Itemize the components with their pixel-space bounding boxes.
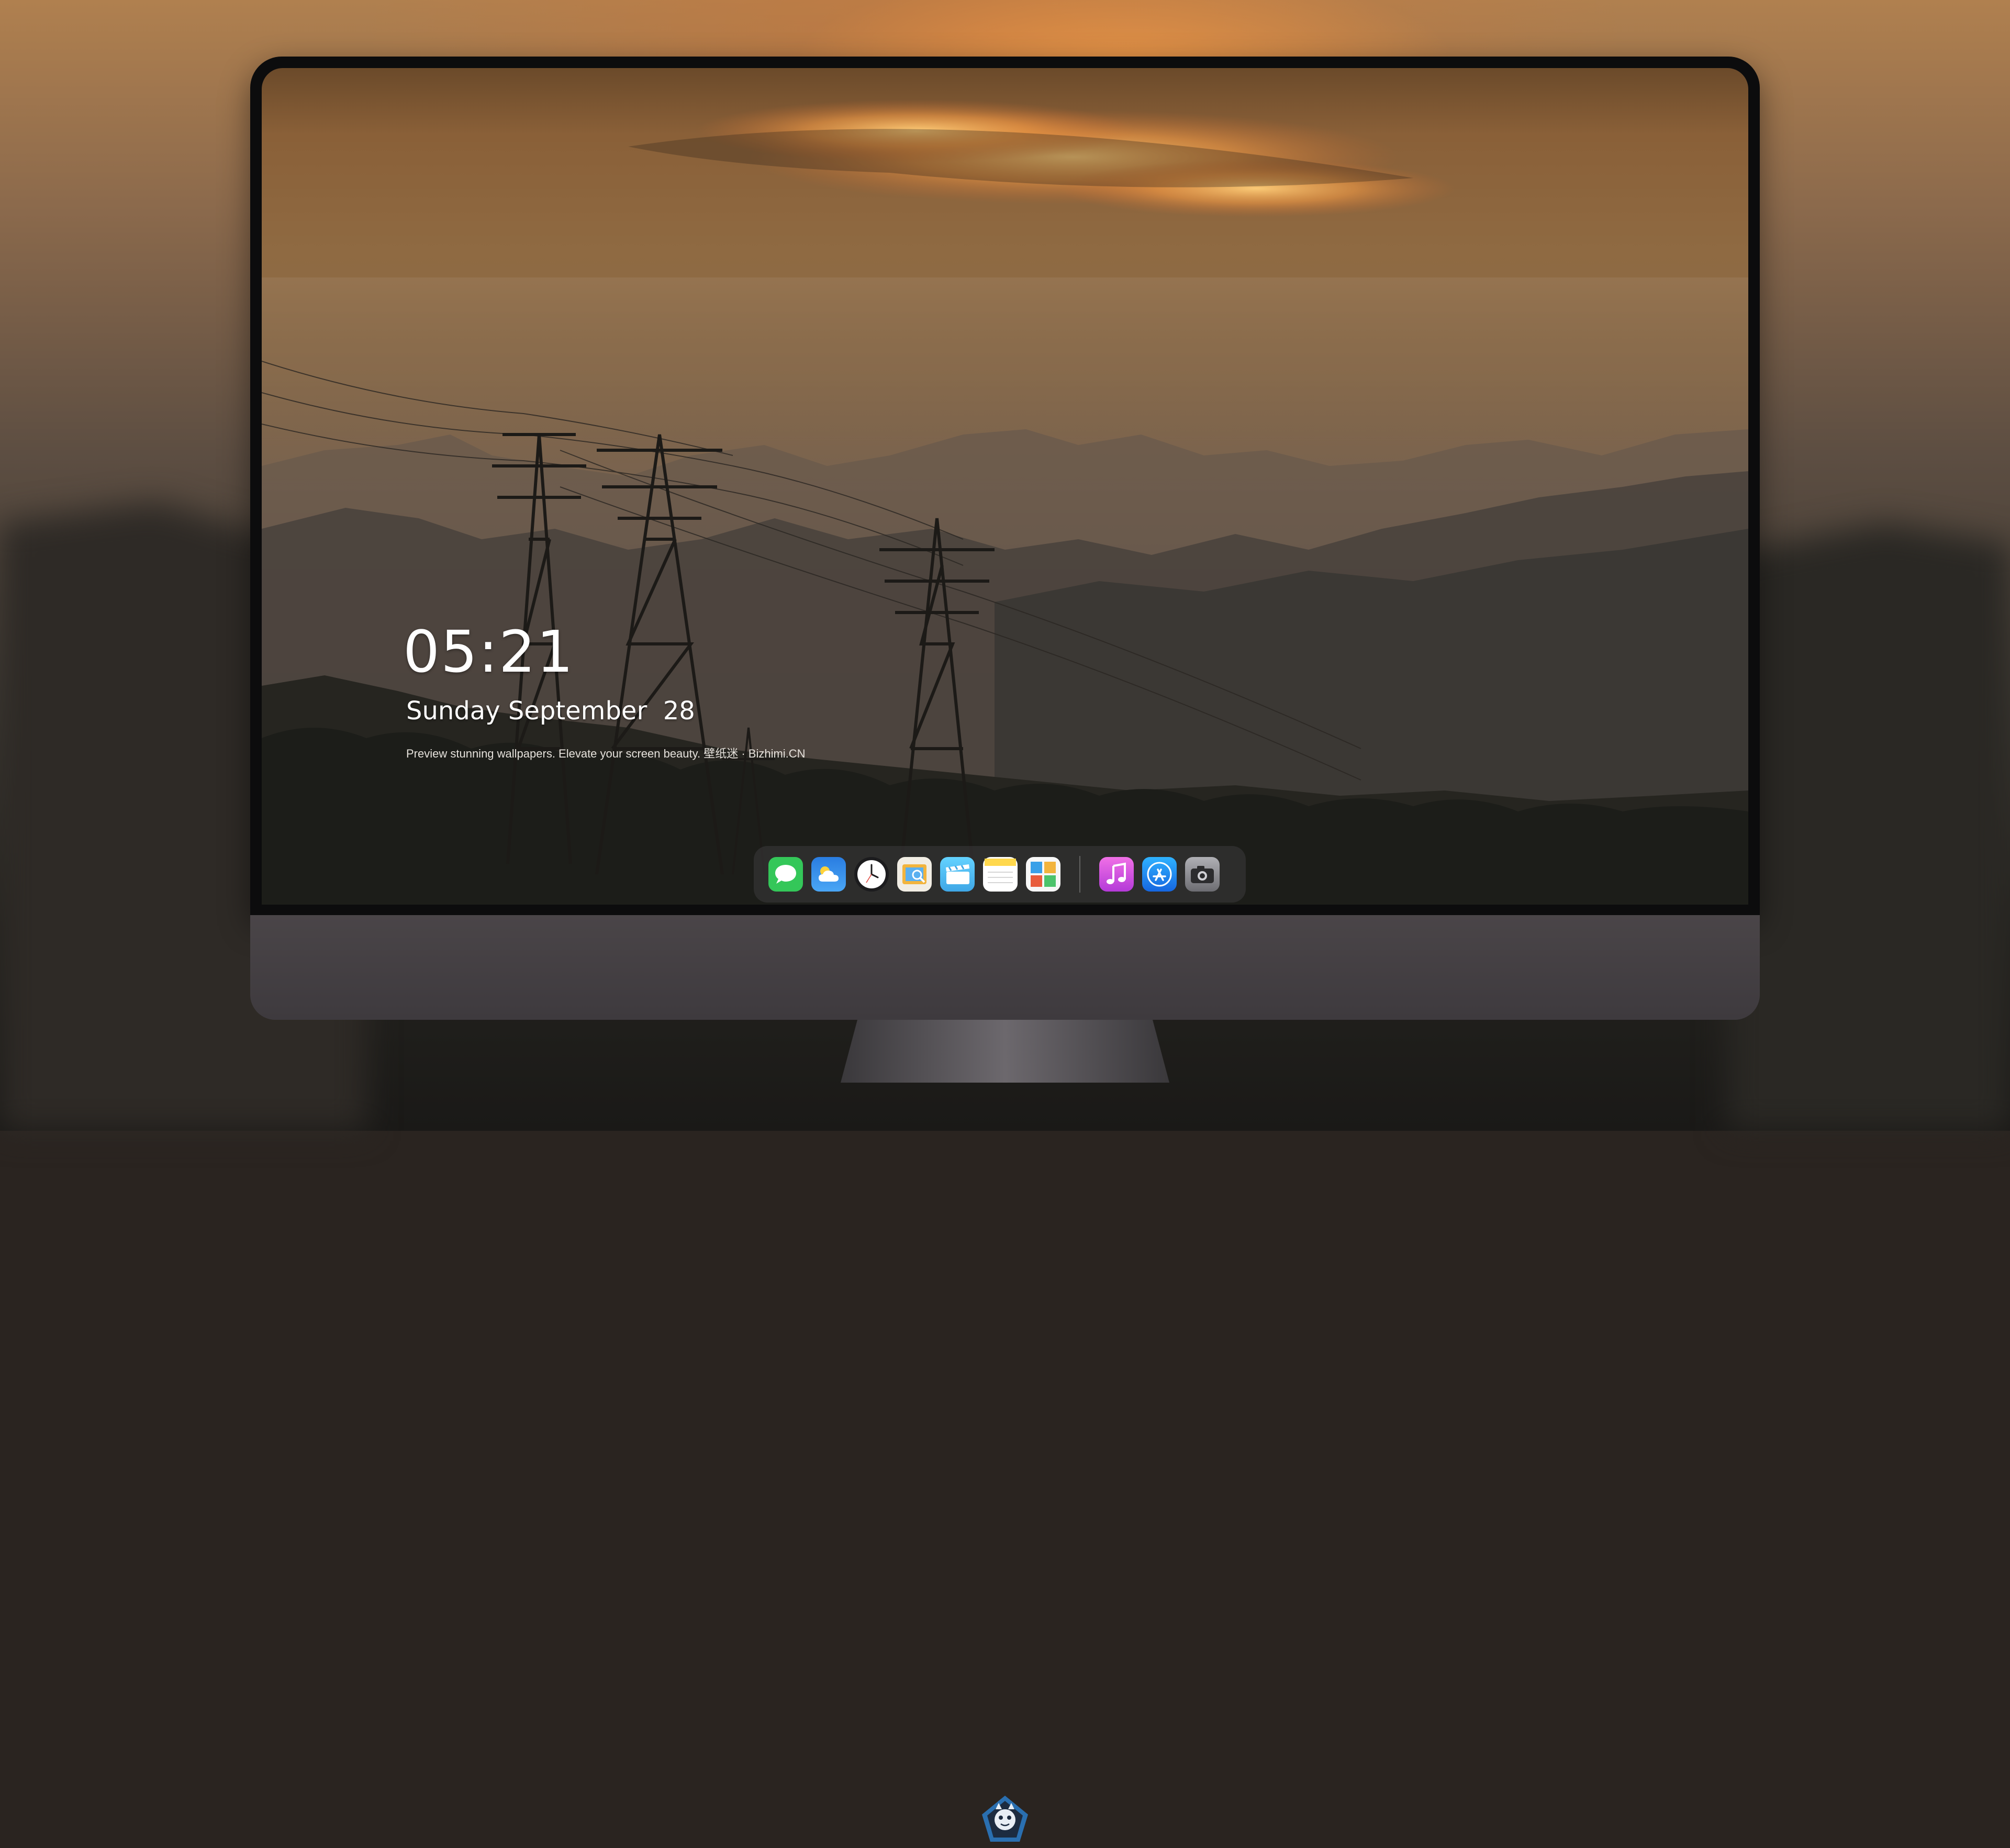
music-icon[interactable] bbox=[1099, 857, 1134, 892]
clock-icon[interactable] bbox=[854, 857, 889, 892]
monitor-bezel: 05:21 Sunday September 28 Preview stunni… bbox=[250, 57, 1760, 915]
notes-icon[interactable] bbox=[983, 857, 1018, 892]
messages-icon[interactable] bbox=[768, 857, 803, 892]
brand-logo-icon bbox=[982, 1796, 1028, 1842]
lock-screen-clock: 05:21 bbox=[403, 618, 575, 685]
clapperboard-icon[interactable] bbox=[940, 857, 975, 892]
dock-separator bbox=[1079, 856, 1080, 893]
app-store-icon[interactable] bbox=[1142, 857, 1177, 892]
lock-screen: 05:21 Sunday September 28 Preview stunni… bbox=[262, 68, 1748, 905]
imac-monitor: 05:21 Sunday September 28 Preview stunni… bbox=[250, 57, 1760, 1842]
monitor-stand bbox=[841, 1020, 1169, 1083]
photo-booth-icon[interactable] bbox=[1026, 857, 1060, 892]
weather-icon[interactable] bbox=[811, 857, 846, 892]
camera-icon[interactable] bbox=[1185, 857, 1220, 892]
preview-icon[interactable] bbox=[897, 857, 932, 892]
monitor-chin bbox=[250, 915, 1760, 1842]
wallpaper-image bbox=[262, 99, 1748, 905]
dock bbox=[754, 846, 1246, 903]
lock-screen-date: Sunday September 28 bbox=[406, 696, 695, 726]
lock-screen-tagline: Preview stunning wallpapers. Elevate you… bbox=[406, 747, 806, 760]
